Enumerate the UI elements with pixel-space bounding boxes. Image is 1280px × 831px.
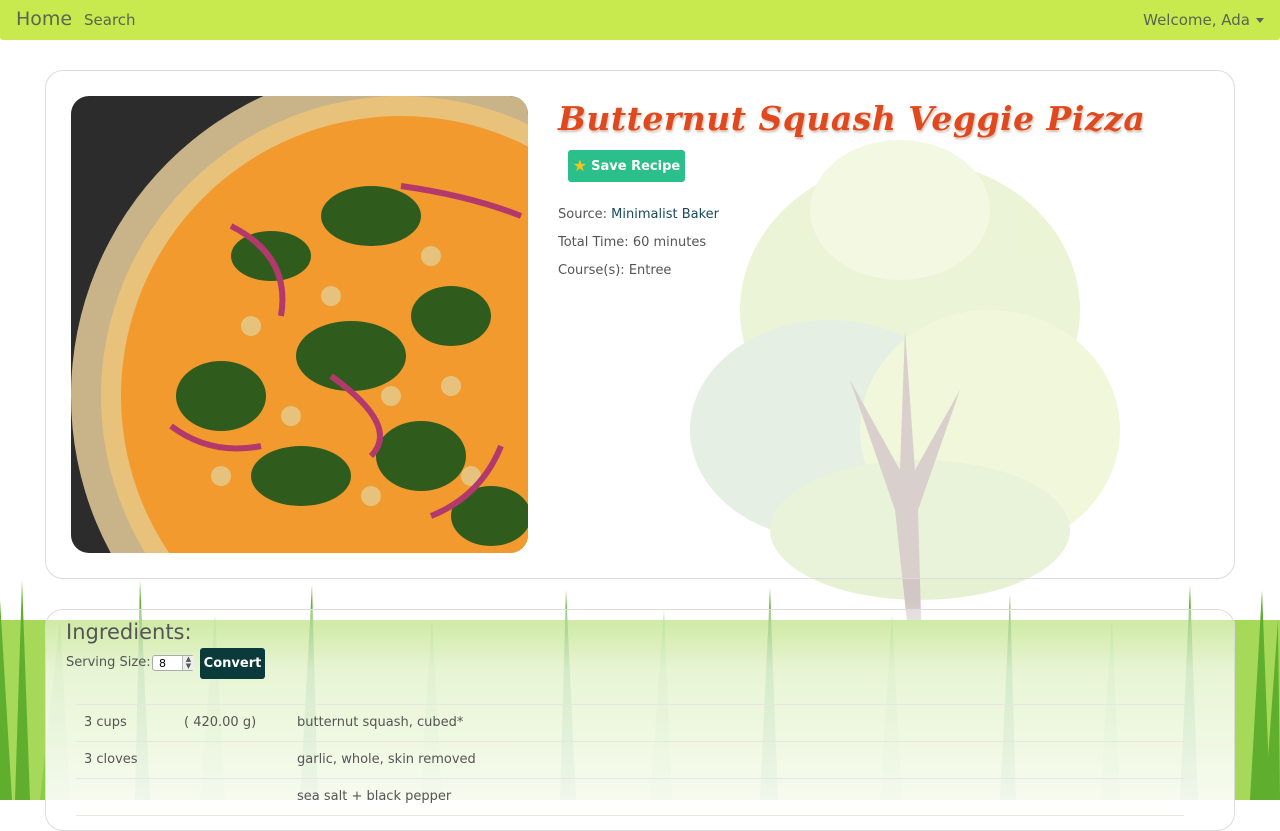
recipe-photo xyxy=(71,96,528,553)
ingredient-quantity: 3 cups xyxy=(84,715,127,730)
save-recipe-button[interactable]: ★ Save Recipe xyxy=(568,150,685,182)
course-row: Course(s): Entree xyxy=(558,263,671,278)
source-row: Source: Minimalist Baker xyxy=(558,207,719,222)
serving-size-label: Serving Size: xyxy=(66,655,151,670)
total-time-row: Total Time: 60 minutes xyxy=(558,235,706,250)
ingredient-row: 3 cups ( 420.00 g) butternut squash, cub… xyxy=(76,705,1184,742)
ingredient-converted: ( 420.00 g) xyxy=(184,715,257,730)
caret-down-icon[interactable] xyxy=(1256,18,1264,23)
convert-button[interactable]: Convert xyxy=(200,648,265,679)
ingredients-heading: Ingredients: xyxy=(66,620,192,644)
nav-search-link[interactable]: Search xyxy=(84,11,136,29)
ingredients-card: Ingredients: Serving Size: ▲▼ Convert 3 … xyxy=(45,609,1235,831)
course-value: Entree xyxy=(628,263,672,278)
nav-home-link[interactable]: Home xyxy=(16,8,72,30)
top-navbar: Home Search Welcome, Ada xyxy=(0,0,1280,40)
ingredient-name: butternut squash, cubed* xyxy=(297,715,464,730)
ingredient-row: 3 cloves garlic, whole, skin removed xyxy=(76,742,1184,779)
recipe-title: Butternut Squash Veggie Pizza xyxy=(558,99,1146,138)
save-recipe-label: Save Recipe xyxy=(591,158,681,174)
ingredient-name: sea salt + black pepper xyxy=(297,789,452,804)
recipe-header-card: Butternut Squash Veggie Pizza ★ Save Rec… xyxy=(45,70,1235,579)
total-time-value: 60 minutes xyxy=(632,235,707,250)
user-menu-toggle[interactable]: Welcome, Ada xyxy=(1143,11,1250,29)
source-link[interactable]: Minimalist Baker xyxy=(611,207,719,222)
star-icon: ★ xyxy=(572,156,588,175)
ingredients-table: 3 cups ( 420.00 g) butternut squash, cub… xyxy=(76,704,1184,816)
ingredient-name: garlic, whole, skin removed xyxy=(297,752,476,767)
ingredient-row: sea salt + black pepper xyxy=(76,779,1184,816)
spinner-arrows-icon[interactable]: ▲ ▼ xyxy=(182,656,194,670)
ingredient-quantity: 3 cloves xyxy=(84,752,138,767)
source-label: Source: xyxy=(558,207,608,222)
course-label: Course(s): xyxy=(558,263,625,278)
total-time-label: Total Time: xyxy=(558,235,629,250)
